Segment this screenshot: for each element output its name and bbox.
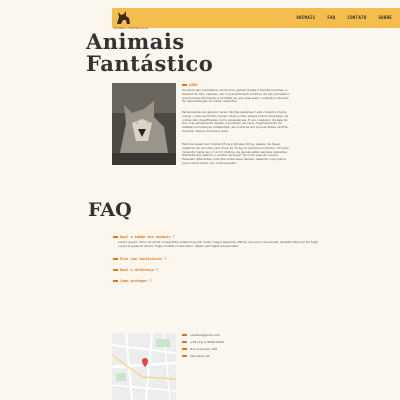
- wolf-photo-image: [112, 83, 176, 165]
- brand-logo[interactable]: Animais Fantásticos: [114, 10, 148, 30]
- faq-question-4[interactable]: Como proteger ?: [113, 279, 152, 283]
- wolf-logo-icon: [117, 11, 130, 24]
- page-title-line2: Fantástico: [86, 51, 214, 76]
- nav-links: ANIMAIS FAQ CONTATO SOBRE: [296, 15, 392, 20]
- animal-heading: LOBO: [182, 83, 197, 87]
- contact-dash: [182, 348, 187, 350]
- faq-dash-icon: [113, 258, 118, 260]
- navbar: Animais Fantásticos ANIMAIS FAQ CONTATO …: [112, 8, 400, 30]
- faq-question-1[interactable]: Qual a idade dos animais ?: [113, 235, 175, 239]
- animal-heading-text: LOBO: [189, 83, 198, 87]
- nav-link-sobre[interactable]: SOBRE: [378, 15, 392, 20]
- animal-photo[interactable]: [112, 83, 176, 165]
- nav-link-contato[interactable]: CONTATO: [347, 15, 366, 20]
- faq-question-text: Como proteger ?: [120, 279, 152, 283]
- contact-dash: [182, 355, 187, 357]
- faq-question-text: Qual a diferença ?: [120, 268, 158, 272]
- nav-link-animais[interactable]: ANIMAIS: [296, 15, 315, 20]
- heading-dash: [182, 84, 187, 86]
- animal-paragraph-3: Machos pesam em média 43 kg e fêmeas 40 …: [182, 142, 289, 165]
- contact-phone[interactable]: +55 (11) 9-9999-9999: [182, 340, 224, 344]
- contact-city-text: São Paulo-SP: [190, 354, 210, 358]
- faq-dash-icon: [113, 236, 118, 238]
- faq-dash-icon: [113, 280, 118, 282]
- contact-phone-text: +55 (11) 9-9999-9999: [190, 340, 224, 344]
- faq-answer: Lorem ipsum, dolor sit amet consectetur …: [118, 240, 318, 248]
- page-title: Animais Fantástico: [86, 31, 213, 75]
- nav-link-faq[interactable]: FAQ: [327, 15, 335, 20]
- animal-paragraph-1: Os lobos são mamíferos carnívoros, perte…: [182, 88, 290, 104]
- faq-dash-icon: [113, 269, 118, 271]
- contact-dash: [182, 341, 187, 343]
- animal-paragraph-2: Pertencentes ao gênero Canis, há três es…: [182, 110, 289, 133]
- contact-dash: [182, 334, 187, 336]
- faq-question-2[interactable]: Eles são fantásticos ?: [113, 257, 166, 261]
- contact-city: São Paulo-SP: [182, 354, 209, 358]
- map-image: [112, 333, 176, 400]
- faq-question-text: Eles são fantásticos ?: [120, 257, 167, 261]
- contact-address-text: Rua principal, 256: [190, 347, 218, 351]
- location-map[interactable]: [112, 333, 176, 400]
- faq-question-text: Qual a idade dos animais ?: [120, 235, 175, 239]
- contact-email-text: contato@gmail.com: [190, 333, 221, 337]
- contact-email[interactable]: contato@gmail.com: [182, 333, 220, 337]
- contact-address: Rua principal, 256: [182, 347, 217, 351]
- faq-question-3[interactable]: Qual a diferença ?: [113, 268, 158, 272]
- faq-title: FAQ: [88, 199, 132, 221]
